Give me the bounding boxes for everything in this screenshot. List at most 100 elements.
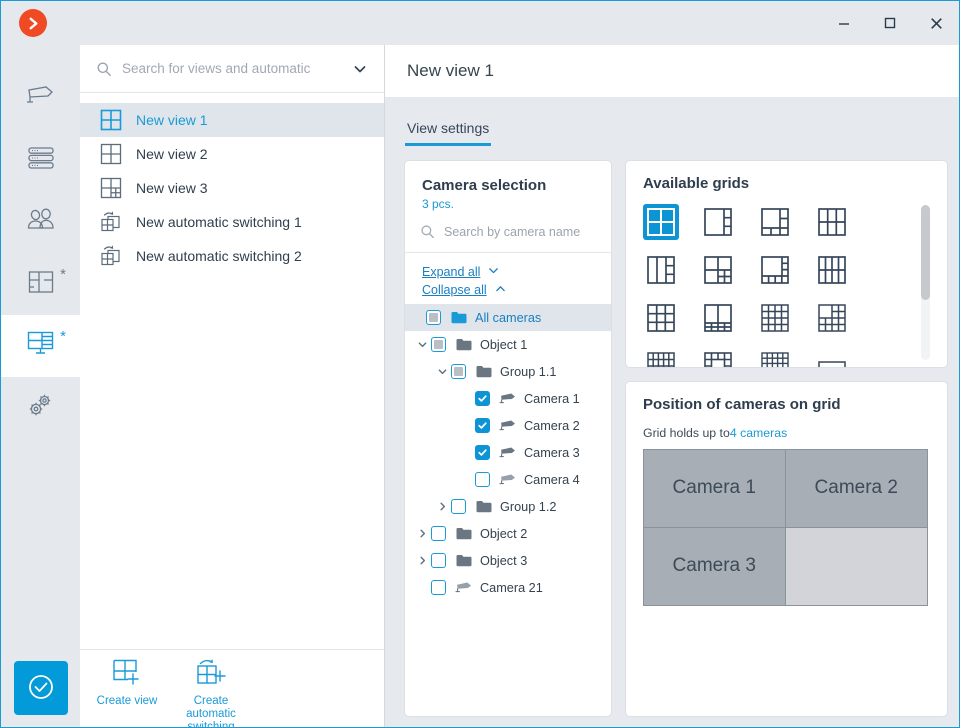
- camera-selection-count: 3 pcs.: [422, 197, 455, 211]
- grid-option-2x3[interactable]: [814, 204, 850, 240]
- grid-cell-empty[interactable]: [785, 527, 927, 605]
- view-item-label: New view 3: [136, 180, 208, 196]
- grid-option-4x4[interactable]: [757, 300, 793, 336]
- view-item-new-automatic-switching-2[interactable]: New automatic switching 2: [80, 239, 384, 273]
- chevron-down-icon[interactable]: [434, 366, 451, 377]
- camera-search-input[interactable]: [444, 224, 601, 239]
- auto-switching-icon: [99, 244, 123, 268]
- navigation-rail: * *: [1, 45, 80, 727]
- grid-option-ring[interactable]: [700, 348, 736, 367]
- grid-option-4x2[interactable]: [814, 252, 850, 288]
- grid-option-5x4[interactable]: [643, 348, 679, 367]
- folder-icon: [449, 311, 469, 324]
- camera-icon: [498, 419, 518, 432]
- tab-bar: View settings: [385, 98, 959, 146]
- grid-option-big-plus-right-and-bottom[interactable]: [757, 252, 793, 288]
- tree-checkbox[interactable]: [451, 364, 466, 379]
- tree-checkbox[interactable]: [475, 391, 490, 406]
- users-icon: [25, 208, 57, 237]
- apply-button[interactable]: [13, 661, 68, 715]
- view-item-new-view-2[interactable]: New view 2: [80, 137, 384, 171]
- tree-row-label: Camera 21: [480, 580, 543, 595]
- expand-all-link[interactable]: Expand all: [422, 264, 500, 280]
- tree-checkbox[interactable]: [475, 472, 490, 487]
- monitor-views-icon: [26, 330, 56, 362]
- chevron-right-icon[interactable]: [414, 555, 431, 566]
- tree-row-object-3[interactable]: Object 3: [405, 547, 611, 574]
- maximize-button[interactable]: [867, 1, 913, 45]
- grid-option-4x4-big-topleft[interactable]: [814, 300, 850, 336]
- tree-row-label: Group 1.1: [500, 364, 557, 379]
- tree-row-group-1-2[interactable]: Group 1.2: [405, 493, 611, 520]
- grid-option-2cols-plus-3-right[interactable]: [643, 252, 679, 288]
- app-logo-icon: [19, 9, 47, 37]
- views-modified-indicator: *: [60, 328, 66, 345]
- tree-checkbox[interactable]: [426, 310, 441, 325]
- grid-cell[interactable]: Camera 2: [785, 450, 927, 528]
- close-button[interactable]: [913, 1, 959, 45]
- grid-option-2x2-quad-bottom-right[interactable]: [700, 252, 736, 288]
- tree-row-object-1[interactable]: Object 1: [405, 331, 611, 358]
- tree-checkbox[interactable]: [475, 418, 490, 433]
- sidebar-item-views[interactable]: *: [1, 315, 80, 377]
- tree-checkbox[interactable]: [431, 526, 446, 541]
- camera-tree: All cameras Object 1 Group 1.1 Camera 1 …: [405, 304, 611, 716]
- chevron-right-icon[interactable]: [434, 501, 451, 512]
- scrollbar-thumb[interactable]: [921, 205, 930, 300]
- tree-row-camera-21[interactable]: Camera 21: [405, 574, 611, 601]
- grid-option-2x2-bottom-strip[interactable]: [700, 300, 736, 336]
- grid-option-3x3[interactable]: [643, 300, 679, 336]
- tree-checkbox[interactable]: [451, 499, 466, 514]
- grid-option-5x5[interactable]: [757, 348, 793, 367]
- grid-cell[interactable]: Camera 3: [644, 527, 786, 605]
- grid-2x2-icon: [99, 109, 123, 131]
- grid-cell[interactable]: Camera 1: [644, 450, 786, 528]
- tree-row-all-cameras[interactable]: All cameras: [405, 304, 611, 331]
- grid-capacity-value: 4 cameras: [729, 426, 788, 440]
- tree-row-camera-3[interactable]: Camera 3: [405, 439, 611, 466]
- sidebar-item-plans[interactable]: *: [1, 253, 80, 315]
- collapse-all-link[interactable]: Collapse all: [422, 282, 507, 298]
- camera-icon: [24, 84, 58, 113]
- tree-checkbox[interactable]: [475, 445, 490, 460]
- create-view-button[interactable]: Create view: [88, 658, 166, 708]
- grid-option-2x2[interactable]: [643, 204, 679, 240]
- plans-modified-indicator: *: [60, 266, 66, 283]
- view-item-new-automatic-switching-1[interactable]: New automatic switching 1: [80, 205, 384, 239]
- minimize-button[interactable]: [821, 1, 867, 45]
- camera-position-grid: Camera 1 Camera 2 Camera 3: [643, 449, 928, 606]
- tab-view-settings[interactable]: View settings: [405, 120, 492, 146]
- tree-row-camera-2[interactable]: Camera 2: [405, 412, 611, 439]
- view-item-new-view-3[interactable]: New view 3: [80, 171, 384, 205]
- tree-expand-controls: Expand all Collapse all: [405, 253, 611, 304]
- application-window: * * Search for views and automatic New v…: [0, 0, 960, 728]
- grid-option-partial-row[interactable]: [814, 348, 850, 367]
- window-body: * * Search for views and automatic New v…: [1, 45, 959, 728]
- tree-row-camera-1[interactable]: Camera 1: [405, 385, 611, 412]
- camera-selection-title: Camera selection: [422, 177, 547, 194]
- views-search-input[interactable]: [122, 61, 338, 76]
- tree-checkbox[interactable]: [431, 553, 446, 568]
- views-search-bar: [80, 45, 384, 93]
- view-item-new-view-1[interactable]: New view 1: [80, 103, 384, 137]
- sidebar-item-cameras[interactable]: [1, 67, 80, 129]
- chevron-down-icon[interactable]: [348, 57, 372, 81]
- tree-checkbox[interactable]: [431, 580, 446, 595]
- chevron-down-icon[interactable]: [414, 339, 431, 350]
- available-grids-scrollbar[interactable]: [921, 205, 930, 360]
- camera-selection-card: Camera selection 3 pcs. Expand: [404, 160, 612, 717]
- tree-row-object-2[interactable]: Object 2: [405, 520, 611, 547]
- tree-row-camera-4[interactable]: Camera 4: [405, 466, 611, 493]
- chevron-right-icon[interactable]: [414, 528, 431, 539]
- sidebar-item-settings[interactable]: [1, 377, 80, 439]
- collapse-all-label: Collapse all: [422, 283, 487, 297]
- create-automatic-switching-button[interactable]: Create automatic switching: [172, 658, 250, 728]
- tree-checkbox[interactable]: [431, 337, 446, 352]
- tree-row-label: Object 3: [480, 553, 528, 568]
- tree-row-group-1-1[interactable]: Group 1.1: [405, 358, 611, 385]
- sidebar-item-servers[interactable]: [1, 129, 80, 191]
- grid-option-big-l-shape[interactable]: [757, 204, 793, 240]
- grid-option-1-plus-3-right[interactable]: [700, 204, 736, 240]
- right-column: Available grids Position of cameras on g…: [625, 160, 948, 717]
- sidebar-item-users[interactable]: [1, 191, 80, 253]
